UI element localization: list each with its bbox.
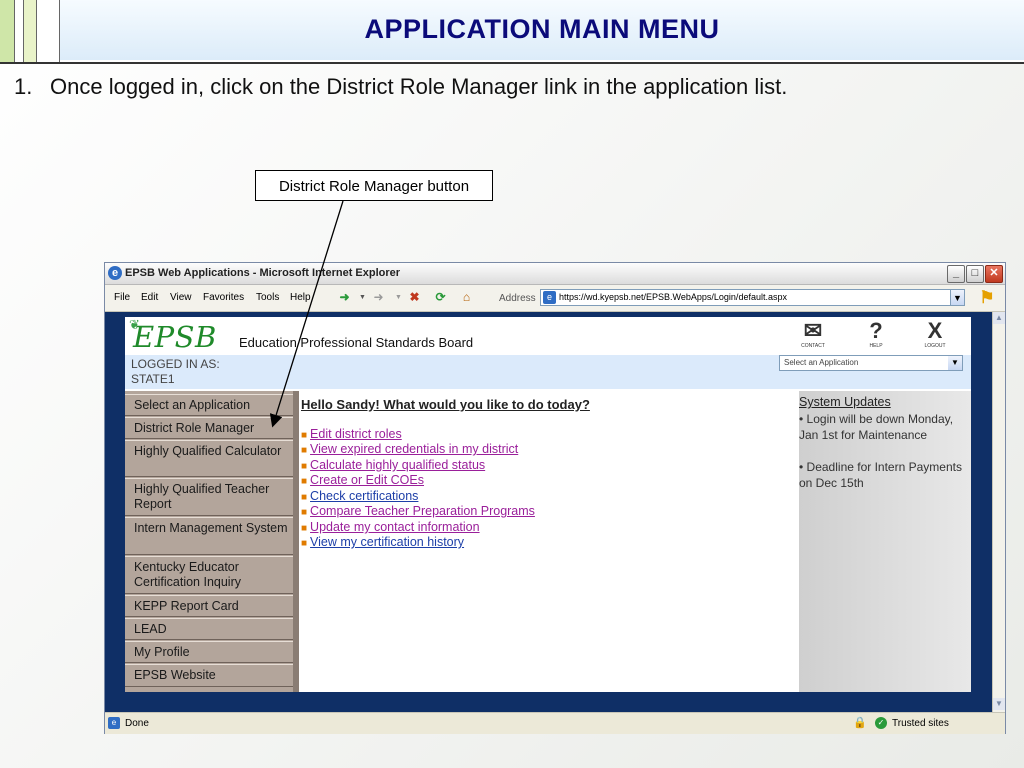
application-list: Select an Application District Role Mana…	[125, 391, 297, 692]
close-button[interactable]: ✕	[985, 265, 1003, 283]
stop-icon[interactable]: ✖	[407, 290, 422, 305]
vertical-scrollbar[interactable]: ▲ ▼	[992, 312, 1005, 712]
address-url: https://wd.kyepsb.net/EPSB.WebApps/Login…	[559, 292, 787, 302]
page-status-icon: e	[108, 717, 120, 729]
instruction-number: 1.	[14, 74, 33, 99]
window-title: EPSB Web Applications - Microsoft Intern…	[125, 267, 401, 279]
nav-intern-management-system[interactable]: Intern Management System	[125, 517, 293, 555]
address-dropdown-icon[interactable]: ▼	[950, 289, 965, 306]
help-button[interactable]: ? HELP	[856, 318, 896, 350]
menu-tools[interactable]: Tools	[256, 292, 279, 303]
bullet-icon: ■	[301, 538, 308, 549]
address-label: Address	[499, 293, 536, 304]
link-update-contact[interactable]: ■ Update my contact information	[301, 520, 480, 534]
link-view-certification-history[interactable]: ■ View my certification history	[301, 535, 464, 549]
nav-select-application[interactable]: Select an Application	[125, 394, 293, 416]
nav-kepp-report-card[interactable]: KEPP Report Card	[125, 595, 293, 617]
link-compare-programs[interactable]: ■ Compare Teacher Preparation Programs	[301, 504, 535, 518]
address-input[interactable]: e https://wd.kyepsb.net/EPSB.WebApps/Log…	[540, 289, 965, 306]
bullet-icon: ■	[301, 430, 308, 441]
lock-icon: 🔒	[853, 717, 867, 729]
question-icon: ?	[869, 318, 883, 343]
page-icon: e	[543, 291, 556, 304]
browser-window: e EPSB Web Applications - Microsoft Inte…	[104, 262, 1006, 734]
bullet-icon: ■	[301, 461, 308, 472]
nav-my-profile[interactable]: My Profile	[125, 641, 293, 663]
ie-icon: e	[108, 266, 122, 280]
login-bar: LOGGED IN AS: STATE1 Select an Applicati…	[125, 355, 971, 389]
nav-district-role-manager[interactable]: District Role Manager	[125, 417, 293, 439]
logout-label: LOGOUT	[924, 343, 946, 349]
link-check-certifications[interactable]: ■ Check certifications	[301, 489, 418, 503]
nav-epsb-website[interactable]: EPSB Website	[125, 664, 293, 687]
nav-highly-qualified-calculator[interactable]: Highly Qualified Calculator	[125, 440, 293, 477]
menu-toolbar: File Edit View Favorites Tools Help ➜ ▼ …	[105, 285, 1005, 312]
logout-button[interactable]: X LOGOUT	[915, 318, 955, 350]
scroll-down-icon[interactable]: ▼	[993, 698, 1005, 710]
chevron-down-icon[interactable]: ▼	[948, 356, 962, 370]
forward-icon[interactable]: ➜	[371, 290, 386, 305]
minimize-button[interactable]: _	[947, 265, 965, 283]
nav-highly-qualified-teacher-report[interactable]: Highly Qualified Teacher Report	[125, 478, 293, 516]
greeting: Hello Sandy! What would you like to do t…	[301, 397, 590, 412]
site-header: ❦ EPSB Education Professional Standards …	[125, 317, 971, 355]
instruction: 1. Once logged in, click on the District …	[14, 74, 787, 100]
bullet-icon: ■	[301, 492, 308, 503]
refresh-icon[interactable]: ⟳	[433, 290, 448, 305]
scroll-up-icon[interactable]: ▲	[993, 312, 1005, 324]
callout-box: District Role Manager button	[255, 170, 493, 201]
menu-view[interactable]: View	[170, 292, 192, 303]
system-updates-panel: System Updates • Login will be down Mond…	[799, 391, 971, 692]
menu-help[interactable]: Help	[290, 292, 311, 303]
status-bar: e Done 🔒 ✓ Trusted sites	[105, 712, 1005, 734]
check-icon: ✓	[875, 717, 887, 729]
bullet-icon: •	[799, 460, 804, 474]
update-item: • Deadline for Intern Payments on Dec 15…	[799, 460, 962, 490]
main-panel: Hello Sandy! What would you like to do t…	[299, 391, 799, 692]
back-menu-icon[interactable]: ▼	[355, 290, 370, 305]
updates-title[interactable]: System Updates	[799, 395, 891, 409]
update-item: • Login will be down Monday, Jan 1st for…	[799, 412, 954, 442]
zone-text: Trusted sites	[892, 718, 949, 729]
application-select-value: Select an Application	[784, 358, 859, 367]
bullet-icon: ■	[301, 476, 308, 487]
instruction-text: Once logged in, click on the District Ro…	[50, 74, 788, 99]
x-icon: X	[927, 318, 943, 343]
nav-lead[interactable]: LEAD	[125, 618, 293, 640]
contact-label: CONTACT	[801, 343, 825, 349]
back-icon[interactable]: ➜	[337, 290, 352, 305]
application-select[interactable]: Select an Application ▼	[779, 355, 963, 371]
link-calculate-highly-qualified[interactable]: ■ Calculate highly qualified status	[301, 458, 485, 472]
window-titlebar: e EPSB Web Applications - Microsoft Inte…	[105, 263, 1005, 285]
menu-file[interactable]: File	[114, 292, 130, 303]
menu-favorites[interactable]: Favorites	[203, 292, 244, 303]
browser-content: ❦ EPSB Education Professional Standards …	[105, 312, 992, 712]
link-edit-district-roles[interactable]: ■ Edit district roles	[301, 427, 402, 441]
bullet-icon: ■	[301, 523, 308, 534]
forward-menu-icon[interactable]: ▼	[391, 290, 406, 305]
contact-button[interactable]: ✉ CONTACT	[793, 318, 833, 350]
web-page: ❦ EPSB Education Professional Standards …	[125, 317, 971, 692]
menu-edit[interactable]: Edit	[141, 292, 158, 303]
help-label: HELP	[869, 343, 883, 349]
logged-in-user: STATE1	[131, 372, 175, 386]
slide-decoration	[0, 0, 60, 62]
bullet-icon: •	[799, 412, 804, 426]
slide-title: APPLICATION MAIN MENU	[364, 14, 720, 44]
home-icon[interactable]: ⌂	[459, 290, 474, 305]
link-create-edit-coes[interactable]: ■ Create or Edit COEs	[301, 473, 424, 487]
logged-in-label: LOGGED IN AS:	[131, 357, 220, 371]
maximize-button[interactable]: □	[966, 265, 984, 283]
status-text: Done	[125, 718, 149, 729]
epsb-logo[interactable]: EPSB	[133, 320, 217, 354]
bullet-icon: ■	[301, 445, 308, 456]
nav-kentucky-educator-certification-inquiry[interactable]: Kentucky Educator Certification Inquiry	[125, 556, 293, 594]
org-name: Education Professional Standards Board	[239, 335, 474, 350]
link-view-expired-credentials[interactable]: ■ View expired credentials in my district	[301, 442, 518, 456]
bullet-icon: ■	[301, 507, 308, 518]
envelope-icon: ✉	[803, 318, 823, 343]
windows-logo-icon: ⚑	[979, 288, 995, 307]
